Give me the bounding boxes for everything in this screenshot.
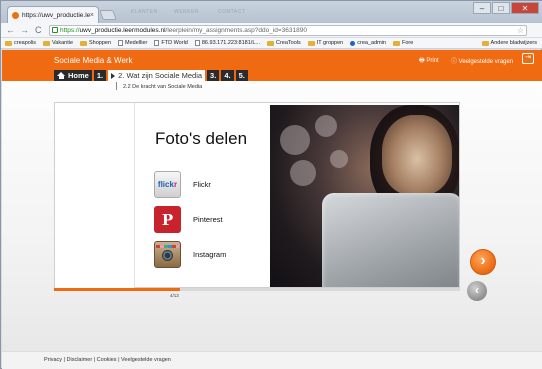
bookmark-label: creapolis bbox=[14, 40, 37, 46]
nav-chapter-4[interactable]: 4. bbox=[221, 70, 234, 81]
service-label: Pinterest bbox=[193, 215, 223, 224]
site-title: Sociale Media & Werk bbox=[54, 56, 133, 65]
nav-home[interactable]: Home bbox=[54, 70, 92, 81]
bookmarks-bar: creapolis Vakantie Shoppen Medellier FTD Wor… bbox=[1, 38, 542, 49]
service-instagram: Instagram bbox=[154, 241, 226, 268]
faq-link[interactable]: ⓘ Veelgestelde vragen bbox=[451, 56, 513, 65]
bookmark-label: crea_admin bbox=[357, 40, 386, 46]
service-label: Flickr bbox=[193, 180, 211, 189]
lock-icon bbox=[52, 27, 58, 33]
reload-button[interactable]: C bbox=[35, 25, 42, 36]
folder-icon bbox=[393, 40, 400, 46]
other-bookmarks[interactable]: Andere bladwijzers bbox=[481, 40, 537, 46]
service-label: Instagram bbox=[193, 250, 227, 259]
bookmark-star-icon[interactable]: ☆ bbox=[517, 26, 524, 35]
previous-slide-button[interactable]: ‹ bbox=[467, 281, 487, 301]
page-icon bbox=[118, 40, 124, 46]
bookmark-label: Fore bbox=[402, 40, 414, 46]
back-button[interactable]: ← bbox=[6, 25, 15, 36]
minimize-button[interactable]: – bbox=[473, 2, 491, 14]
exit-icon[interactable]: ⇥ bbox=[522, 53, 534, 64]
ghost-text: CONTACT bbox=[218, 9, 246, 15]
nav-chapter-5[interactable]: 5. bbox=[235, 70, 248, 81]
folder-icon bbox=[307, 40, 315, 46]
new-tab-button[interactable] bbox=[99, 10, 117, 20]
slide-content: Foto's delen flick r Flickr P Pinterest I… bbox=[139, 107, 270, 287]
next-slide-button[interactable]: › bbox=[470, 249, 496, 275]
other-bookmarks-label: Andere bladwijzers bbox=[490, 40, 537, 46]
browser-window: https://uwv_productie.lee × KLANTEN WERK… bbox=[0, 0, 542, 369]
bookmark-label: 86.93.171.223:8181/L... bbox=[201, 40, 260, 46]
bookmark-label: IT groppen bbox=[316, 40, 344, 46]
slide-title: Foto's delen bbox=[155, 129, 248, 148]
slide-photo bbox=[270, 105, 459, 287]
instagram-logo-icon bbox=[154, 241, 181, 268]
bookmark-item[interactable]: Fore bbox=[393, 40, 413, 46]
tab-close-icon[interactable]: × bbox=[90, 12, 94, 19]
bookmark-item[interactable]: Vakantie bbox=[43, 40, 73, 46]
close-window-button[interactable]: ✕ bbox=[511, 2, 539, 14]
bookmark-label: Shoppen bbox=[89, 40, 112, 46]
folder-icon bbox=[43, 40, 51, 46]
bookmark-item[interactable]: Shoppen bbox=[80, 40, 111, 46]
service-flickr: flick r Flickr bbox=[154, 171, 211, 198]
page-icon bbox=[154, 40, 160, 46]
browser-toolbar: ← → C https://uwv_productie.leermodules.… bbox=[1, 23, 542, 57]
window-controls: – □ ✕ bbox=[473, 2, 539, 14]
url-path: /leerplein/my_assignments.asp?ddo_id=363… bbox=[165, 27, 307, 34]
bookmark-item[interactable]: Medellier bbox=[118, 40, 147, 46]
service-pinterest: P Pinterest bbox=[154, 206, 223, 233]
progress-bar bbox=[54, 288, 460, 291]
favicon-icon bbox=[12, 11, 19, 19]
print-link[interactable]: 🖶 Print bbox=[419, 56, 439, 66]
address-bar[interactable]: https://uwv_productie.leermodules.nl/lee… bbox=[49, 25, 527, 36]
bookmark-label: Vakantie bbox=[52, 40, 74, 46]
lesson-stage: Foto's delen flick r Flickr P Pinterest I… bbox=[54, 102, 460, 289]
faq-label: Veelgestelde vragen bbox=[458, 59, 514, 65]
nav-chapter-2-label: 2. Wat zijn Sociale Media bbox=[118, 71, 203, 80]
folder-icon bbox=[80, 40, 88, 46]
site-header: Sociale Media & Werk 🖶 Print ⓘ Veelgeste… bbox=[2, 50, 542, 81]
arrow-right-icon bbox=[111, 72, 116, 79]
tab-strip: https://uwv_productie.lee × KLANTEN WERK… bbox=[1, 1, 542, 23]
page-counter: 4/13 bbox=[170, 293, 179, 298]
site-footer: Privacy | Disclaimer | Cookies | Veelges… bbox=[2, 351, 542, 369]
left-panel bbox=[55, 103, 135, 289]
pinterest-logo-icon: P bbox=[154, 206, 181, 233]
bookmark-item[interactable]: crea_admin bbox=[350, 40, 386, 46]
folder-icon bbox=[266, 40, 274, 46]
home-icon bbox=[57, 72, 65, 79]
browser-tab[interactable]: https://uwv_productie.lee × bbox=[7, 6, 99, 23]
forward-button[interactable]: → bbox=[20, 25, 29, 36]
ghost-text: WERKEN bbox=[174, 9, 199, 15]
folder-icon bbox=[5, 40, 12, 46]
url-scheme: https:// bbox=[60, 27, 80, 34]
maximize-button[interactable]: □ bbox=[492, 2, 510, 14]
bookmark-label: CreaTools bbox=[275, 40, 301, 46]
nav-chapter-3[interactable]: 3. bbox=[207, 70, 220, 81]
chapter-nav: Home 1. 2. Wat zijn Sociale Media 3. 4. … bbox=[54, 70, 248, 81]
bookmark-item[interactable]: creapolis bbox=[5, 40, 36, 46]
bookmark-item[interactable]: CreaTools bbox=[266, 40, 301, 46]
url-host: uwv_productie.leermodules.nl bbox=[79, 27, 166, 34]
bookmark-item[interactable]: FTD World bbox=[154, 40, 188, 46]
ghost-text: KLANTEN bbox=[131, 9, 158, 15]
tab-title: https://uwv_productie.lee bbox=[22, 11, 90, 19]
print-label: Print bbox=[426, 58, 439, 64]
nav-chapter-1[interactable]: 1. bbox=[93, 70, 107, 81]
folder-icon bbox=[481, 40, 489, 46]
globe-icon bbox=[350, 40, 356, 46]
nav-home-label: Home bbox=[68, 71, 89, 80]
flickr-logo-icon: flick r bbox=[154, 171, 181, 198]
subsection-link[interactable]: 2.2 De kracht van Sociale Media bbox=[116, 82, 202, 90]
bookmark-label: Medellier bbox=[125, 40, 148, 46]
bookmark-item[interactable]: 86.93.171.223:8181/L... bbox=[194, 40, 260, 46]
nav-chapter-2[interactable]: 2. Wat zijn Sociale Media bbox=[108, 70, 206, 81]
laptop-image bbox=[322, 193, 459, 287]
progress-fill bbox=[54, 288, 180, 291]
bookmark-item[interactable]: IT groppen bbox=[307, 40, 344, 46]
page-icon bbox=[194, 40, 200, 46]
site-page: Sociale Media & Werk 🖶 Print ⓘ Veelgeste… bbox=[2, 50, 542, 369]
bookmark-label: FTD World bbox=[161, 40, 188, 46]
